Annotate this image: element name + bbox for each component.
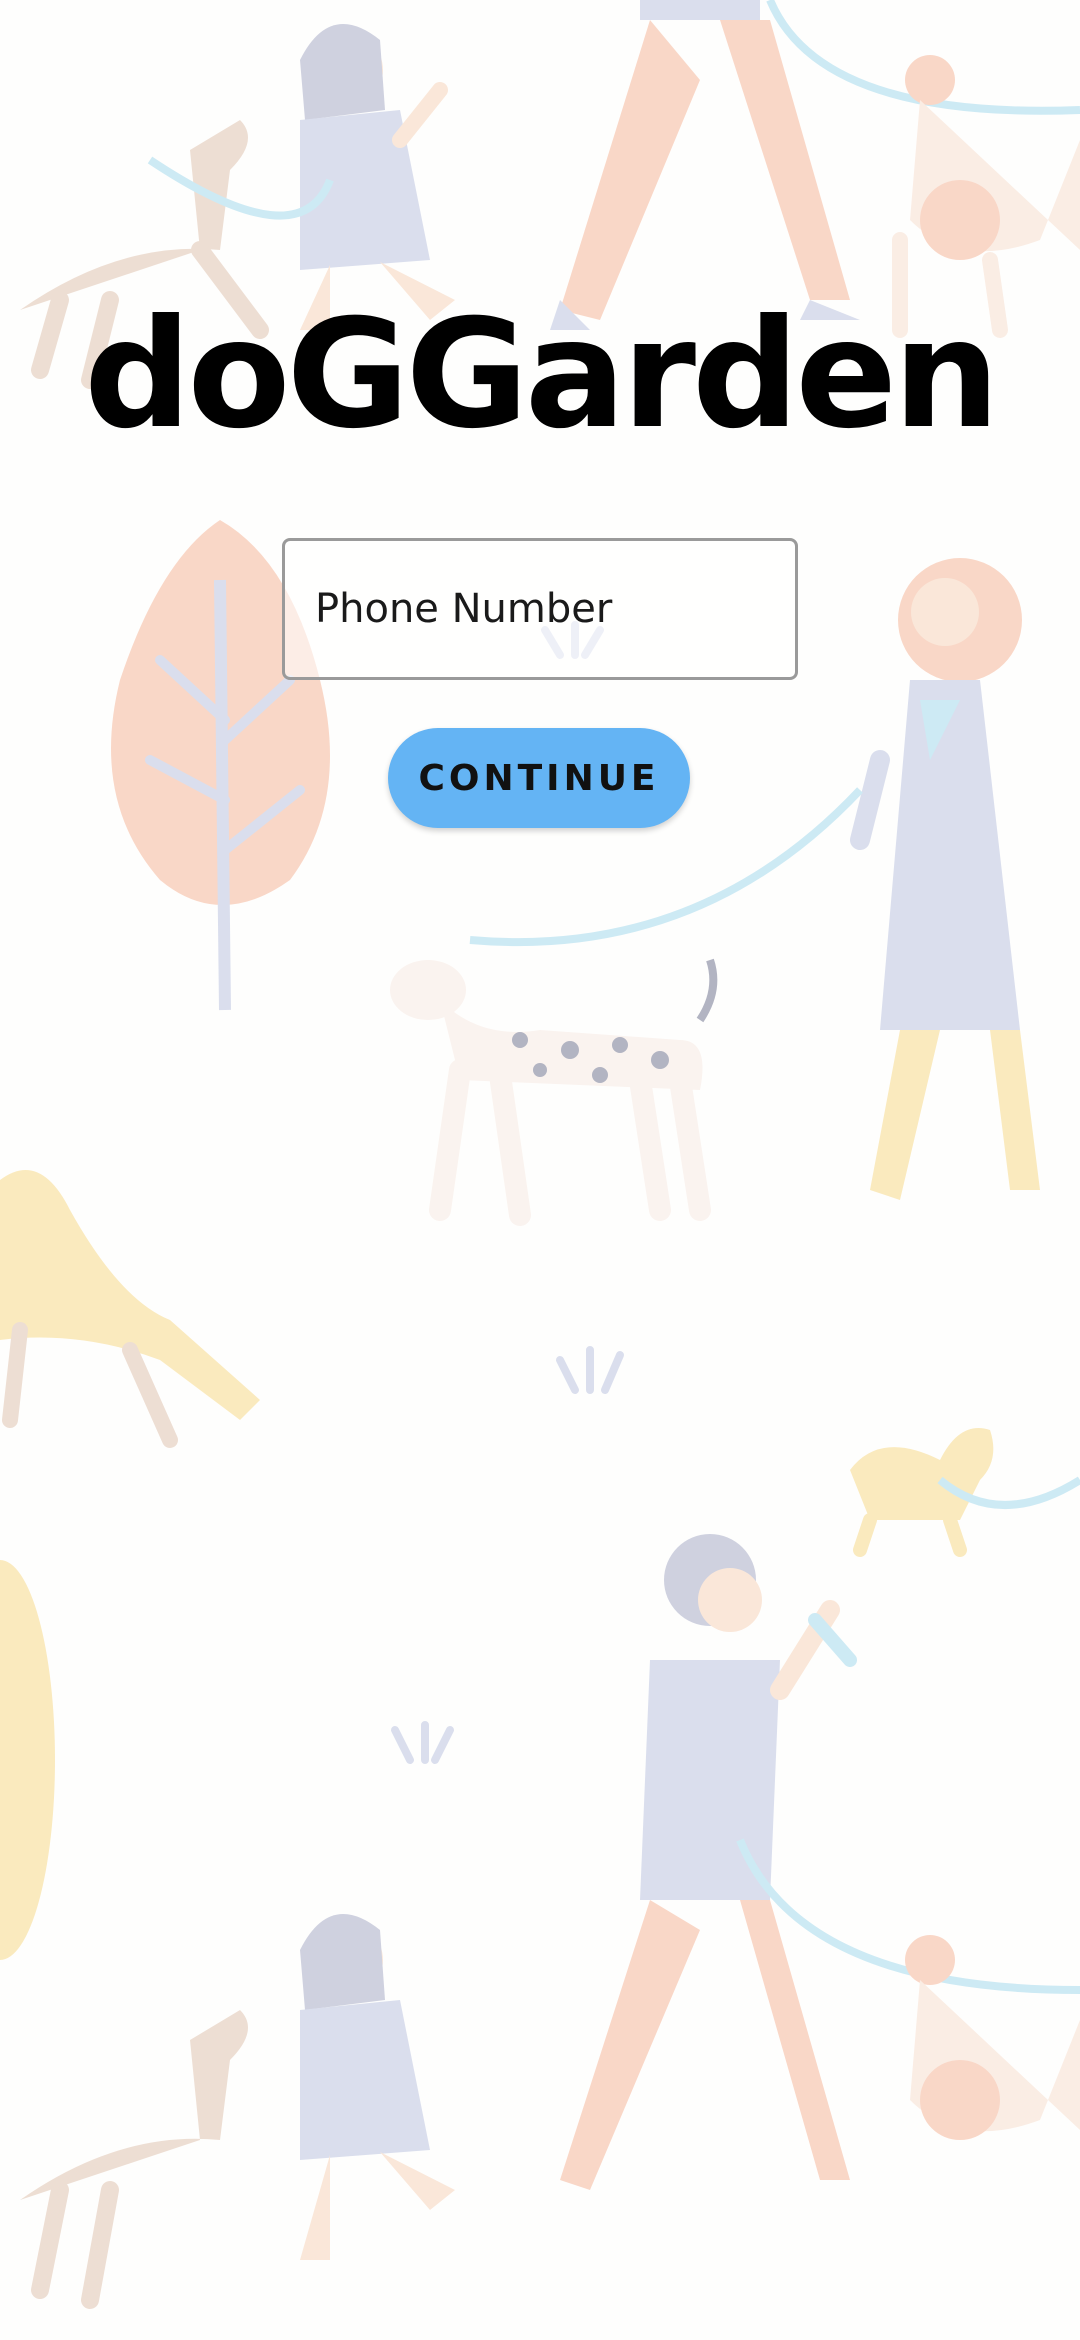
dog-figure-bottom-left xyxy=(20,2010,248,2309)
continue-button[interactable]: CONTINUE xyxy=(388,728,690,828)
login-screen: doGGarden CONTINUE xyxy=(0,0,1080,2340)
yellow-dog-figure-left xyxy=(0,1170,260,1448)
yellow-dog-figure-right xyxy=(850,1428,1080,1557)
dalmatian-figure xyxy=(390,787,863,1226)
phone-number-input[interactable] xyxy=(282,538,798,680)
poodle-figure-bottom-right xyxy=(905,1935,1080,2140)
app-title: doGGarden xyxy=(84,288,1000,462)
woman-figure-right xyxy=(850,558,1040,1200)
girl-figure-bottom xyxy=(300,1914,455,2260)
girl-figure-top xyxy=(300,24,455,330)
yellow-bush-left xyxy=(0,1560,55,1960)
